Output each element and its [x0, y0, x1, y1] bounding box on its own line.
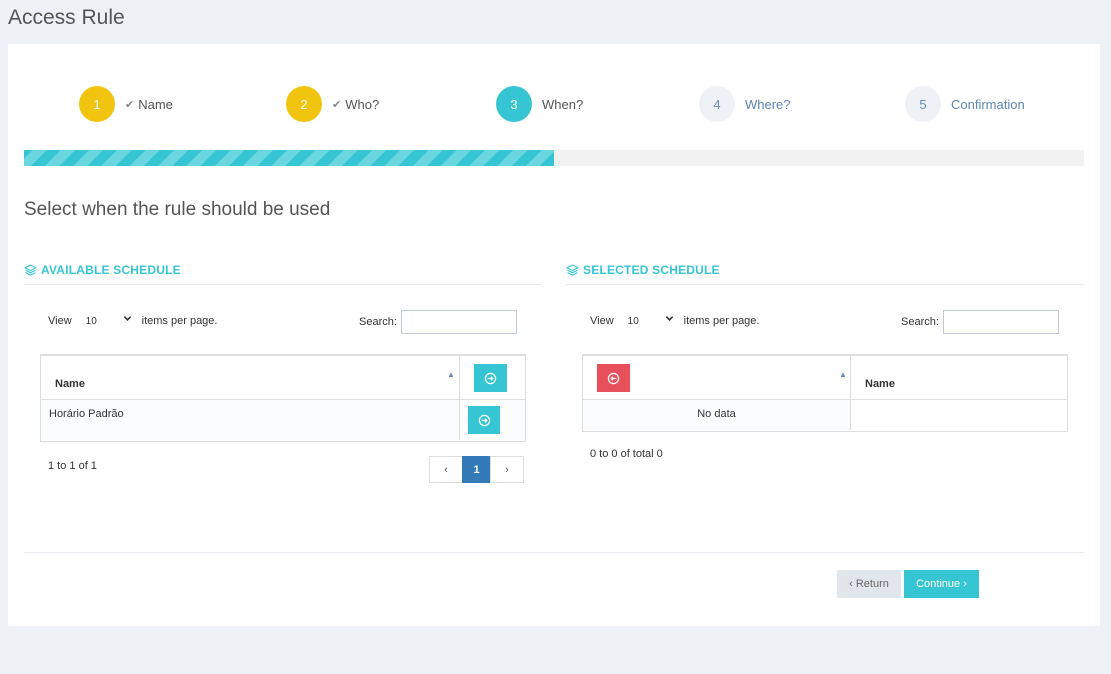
check-icon: ✔ — [332, 98, 342, 111]
step-where[interactable]: 4 Where? — [699, 86, 791, 122]
wizard-card: 1 ✔ Name 2 ✔ Who? 3 When? 4 Where? 5 Confi… — [8, 44, 1100, 626]
layers-icon — [566, 263, 579, 276]
check-icon: ✔ — [125, 98, 135, 111]
progress-fill — [24, 150, 554, 166]
add-schedule-button[interactable] — [468, 406, 500, 434]
empty-row: No data — [583, 400, 850, 430]
step-confirmation[interactable]: 5 Confirmation — [905, 86, 1025, 122]
return-button[interactable]: ‹ Return — [837, 570, 901, 598]
no-data-text: No data — [697, 408, 736, 420]
table-header: Name ▲ — [41, 356, 525, 400]
available-schedule-heading: AVAILABLE SCHEDULE — [24, 255, 542, 285]
arrow-circle-right-icon — [484, 372, 497, 384]
selected-schedule-table: ▲ Name No data — [582, 354, 1068, 432]
step-label: When? — [542, 96, 584, 112]
pager-prev[interactable]: ‹ — [429, 456, 463, 483]
step-number: 2 — [286, 86, 322, 122]
available-page-size: View 10 items per page. — [48, 310, 217, 332]
wizard-progress-bar — [24, 150, 1084, 166]
column-header-name[interactable]: Name — [865, 378, 895, 390]
schedule-name: Horário Padrão — [49, 408, 124, 420]
footer-divider — [24, 552, 1084, 553]
column-header-name[interactable]: Name — [55, 378, 85, 390]
sort-up-icon[interactable]: ▲ — [447, 370, 455, 379]
page-size-select[interactable]: 10 — [80, 310, 136, 332]
sort-up-icon[interactable]: ▲ — [839, 370, 847, 379]
step-who[interactable]: 2 ✔ Who? — [286, 86, 379, 122]
arrow-circle-left-icon — [607, 372, 620, 384]
step-number: 1 — [79, 86, 115, 122]
step-number: 5 — [905, 86, 941, 122]
continue-button[interactable]: Continue › — [904, 570, 979, 598]
step-label: Where? — [745, 96, 791, 112]
step-label: Confirmation — [951, 96, 1025, 112]
selected-page-size: View 10 items per page. — [590, 310, 759, 332]
selected-search: Search: — [901, 310, 1059, 334]
arrow-circle-right-icon — [478, 414, 490, 426]
step-when[interactable]: 3 When? — [496, 86, 583, 122]
step-name[interactable]: 1 ✔ Name — [79, 86, 173, 122]
pager-page-1[interactable]: 1 — [462, 456, 491, 483]
remove-all-button[interactable] — [597, 364, 630, 392]
available-search: Search: — [359, 310, 517, 334]
layers-icon — [24, 263, 37, 276]
selected-summary: 0 to 0 of total 0 — [590, 448, 663, 460]
table-header: ▲ Name — [583, 356, 1067, 430]
add-all-button[interactable] — [474, 364, 507, 392]
search-input[interactable] — [400, 310, 517, 334]
step-label: Who? — [345, 96, 380, 112]
available-schedule-table: Name ▲ Horário Padrão — [40, 354, 526, 442]
step-label: Name — [138, 96, 173, 112]
available-summary: 1 to 1 of 1 — [48, 460, 97, 472]
pager-next[interactable]: › — [490, 456, 524, 483]
chevron-down-icon — [665, 314, 674, 326]
available-pagination: ‹ 1 › — [429, 456, 524, 483]
search-input[interactable] — [942, 310, 1059, 334]
page-title: Access Rule — [8, 6, 125, 29]
table-row[interactable]: Horário Padrão — [41, 400, 525, 440]
section-subtitle: Select when the rule should be used — [24, 199, 331, 220]
step-number: 4 — [699, 86, 735, 122]
step-number: 3 — [496, 86, 532, 122]
selected-schedule-heading: SELECTED SCHEDULE — [566, 255, 1084, 285]
chevron-down-icon — [123, 314, 132, 326]
page-size-select[interactable]: 10 — [622, 310, 678, 332]
